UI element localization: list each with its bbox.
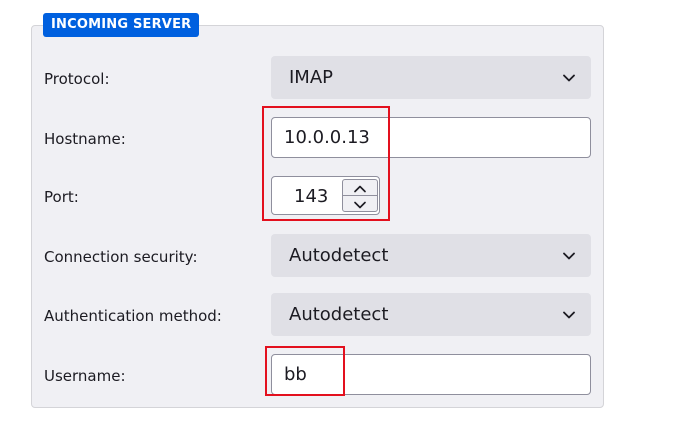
port-value: 143 bbox=[294, 186, 329, 207]
hostname-input[interactable]: 10.0.0.13 bbox=[271, 117, 591, 158]
chevron-down-icon bbox=[561, 293, 577, 336]
protocol-label: Protocol: bbox=[44, 70, 110, 88]
username-label: Username: bbox=[44, 367, 126, 385]
port-label: Port: bbox=[44, 188, 79, 206]
chevron-down-icon bbox=[354, 194, 366, 213]
connection-security-value: Autodetect bbox=[289, 245, 389, 266]
port-input[interactable]: 143 bbox=[271, 176, 380, 215]
port-decrement-button[interactable] bbox=[342, 195, 378, 212]
connection-security-label: Connection security: bbox=[44, 248, 198, 266]
protocol-select-value: IMAP bbox=[289, 67, 334, 88]
authentication-method-value: Autodetect bbox=[289, 304, 389, 325]
protocol-select[interactable]: IMAP bbox=[271, 56, 591, 99]
connection-security-select[interactable]: Autodetect bbox=[271, 234, 591, 277]
chevron-down-icon bbox=[561, 56, 577, 99]
hostname-label: Hostname: bbox=[44, 130, 126, 148]
chevron-down-icon bbox=[561, 234, 577, 277]
username-input[interactable]: bb bbox=[271, 354, 591, 395]
authentication-method-select[interactable]: Autodetect bbox=[271, 293, 591, 336]
incoming-server-legend: INCOMING SERVER bbox=[43, 13, 200, 37]
authentication-method-label: Authentication method: bbox=[44, 307, 222, 325]
